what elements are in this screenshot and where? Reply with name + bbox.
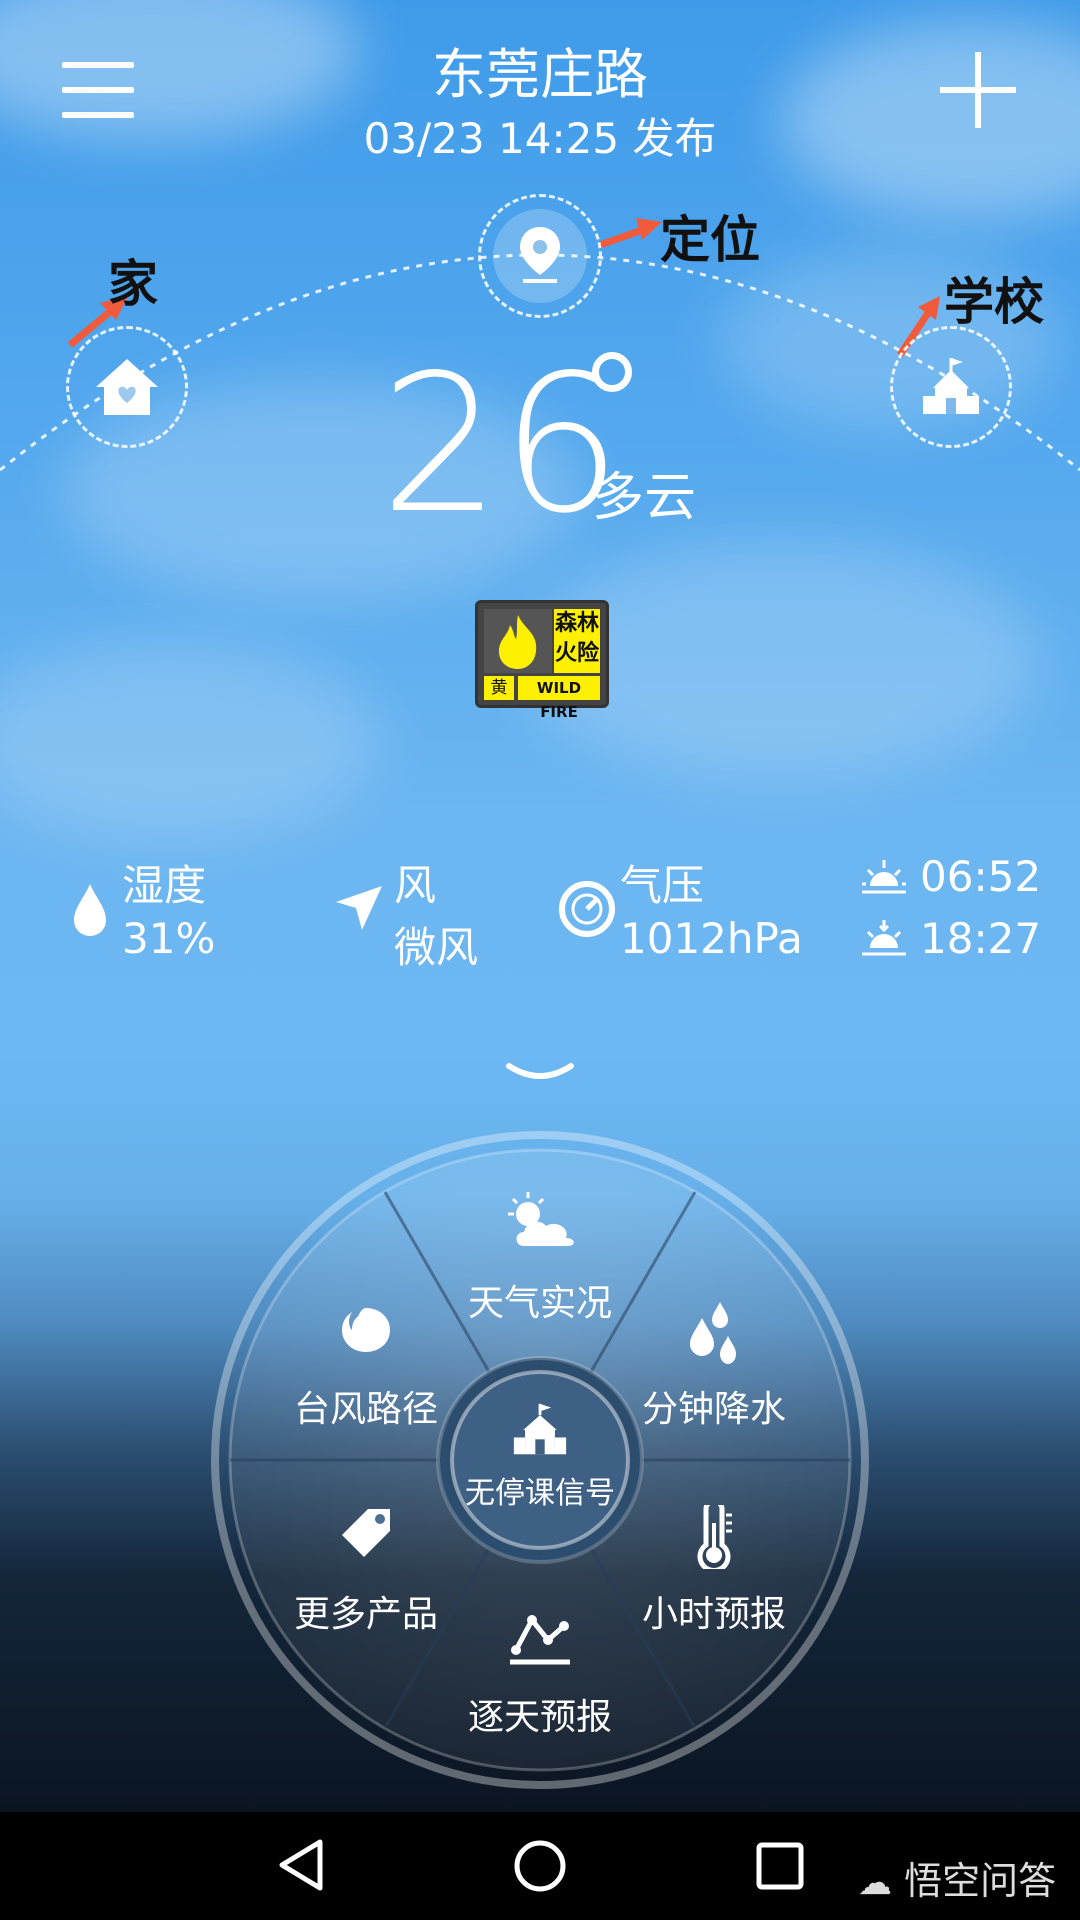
location-pin-icon	[520, 227, 560, 283]
typhoon-icon	[342, 1308, 390, 1352]
school-icon	[923, 358, 979, 414]
hourly-forecast-button[interactable]: 小时预报	[614, 1505, 814, 1645]
no-class-suspension-label: 无停课信号	[465, 1476, 615, 1511]
current-location-button[interactable]	[478, 194, 602, 318]
minute-precip-button[interactable]: 分钟降水	[614, 1300, 814, 1440]
weather-condition: 多云	[592, 468, 697, 528]
more-products-button[interactable]: 更多产品	[266, 1505, 466, 1645]
degree-symbol	[592, 352, 632, 392]
minute-precip-label: 分钟降水	[641, 1389, 786, 1430]
sunrise-time: 06:52	[920, 852, 1042, 901]
home-location-button[interactable]	[66, 326, 188, 448]
temperature-value: 26	[380, 334, 622, 555]
warning-english: WILD FIRE	[518, 676, 600, 721]
recent-apps-icon[interactable]	[756, 1842, 804, 1890]
pressure-value: 1012hPa	[620, 914, 803, 963]
humidity-label: 湿度	[122, 861, 207, 910]
back-icon[interactable]	[276, 1838, 326, 1892]
partly-cloudy-icon	[508, 1192, 574, 1246]
school-location-button[interactable]	[890, 326, 1012, 448]
humidity-value: 31%	[122, 914, 216, 963]
live-weather-label: 天气实况	[467, 1283, 612, 1324]
school-icon	[513, 1403, 567, 1455]
home-annotation: 家	[108, 255, 158, 313]
sunset-icon	[862, 920, 906, 956]
more-products-label: 更多产品	[293, 1594, 438, 1635]
current-location-annotation: 定位	[660, 211, 760, 269]
chevron-down-icon[interactable]	[505, 1060, 575, 1090]
wind-label: 风	[394, 861, 437, 910]
daily-forecast-label: 逐天预报	[467, 1697, 612, 1738]
watermark-label: 悟空问答	[904, 1859, 1057, 1903]
sunset-time: 18:27	[920, 914, 1042, 963]
home-icon	[96, 359, 158, 415]
typhoon-track-label: 台风路径	[293, 1389, 438, 1430]
warning-title: 森林 火险	[554, 609, 600, 673]
flame-icon	[484, 609, 552, 673]
trend-chart-icon	[510, 1615, 570, 1665]
pressure-label: 气压	[620, 861, 705, 910]
watermark-text: ☁ 悟空问答	[858, 1850, 1056, 1905]
daily-forecast-button[interactable]: 逐天预报	[440, 1610, 640, 1750]
watermark-logo-icon: ☁	[858, 1863, 892, 1903]
home-nav-icon[interactable]	[512, 1838, 568, 1894]
no-class-suspension-button[interactable]: 无停课信号	[452, 1372, 628, 1548]
wildfire-warning-badge[interactable]: 森林 火险 黄 WILD FIRE	[475, 600, 609, 721]
feature-wheel: 无停课信号 天气实况 分钟降水 小时预报 逐天预报 更多产品 台风路径	[210, 1130, 870, 1790]
live-weather-button[interactable]: 天气实况	[440, 1190, 640, 1340]
tag-icon	[342, 1509, 390, 1557]
water-drop-icon	[74, 884, 106, 936]
typhoon-track-button[interactable]: 台风路径	[266, 1300, 466, 1440]
thermometer-icon	[697, 1505, 732, 1569]
warning-level: 黄	[484, 676, 514, 700]
pressure-gauge-icon	[559, 881, 615, 937]
hourly-forecast-label: 小时预报	[641, 1594, 786, 1635]
wind-value: 微风	[394, 923, 479, 972]
school-annotation: 学校	[944, 273, 1044, 331]
wind-direction-icon	[336, 886, 382, 930]
raindrops-icon	[690, 1302, 736, 1364]
sunrise-icon	[862, 860, 906, 894]
